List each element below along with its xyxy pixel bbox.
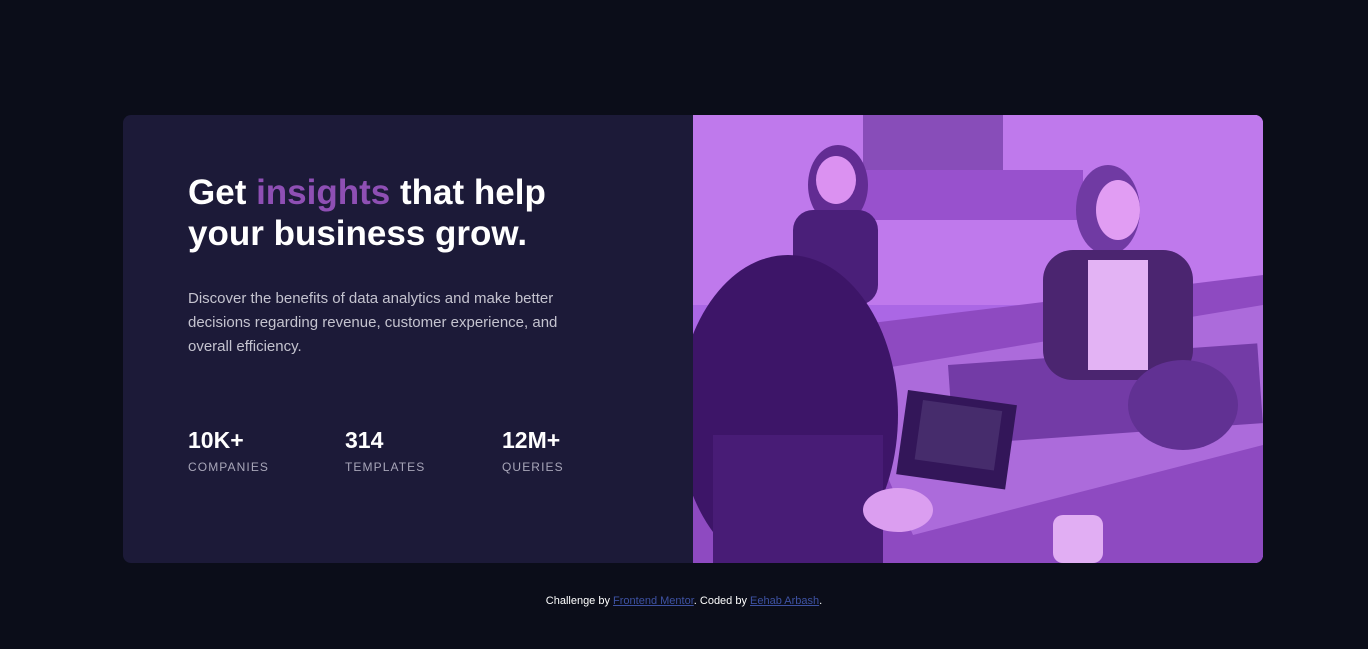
attribution-middle: . Coded by xyxy=(693,595,751,607)
frontend-mentor-link[interactable]: Frontend Mentor xyxy=(613,595,694,607)
attribution-suffix: . xyxy=(819,595,823,607)
stat-value: 10K+ xyxy=(188,427,244,453)
stat-templates: 314 TEMPLATES xyxy=(345,426,502,474)
stats-list: 10K+ COMPANIES 314 TEMPLATES 12M+ QUERIE… xyxy=(188,426,659,474)
headline: Get insights that help your business gro… xyxy=(188,172,588,254)
stat-companies: 10K+ COMPANIES xyxy=(188,426,345,474)
stat-value: 314 xyxy=(345,427,384,453)
hero-description: Discover the benefits of data analytics … xyxy=(188,290,558,355)
office-photo xyxy=(693,115,1263,563)
stat-label: COMPANIES xyxy=(188,460,270,474)
stat-label: TEMPLATES xyxy=(345,460,426,474)
stat-value: 12M+ xyxy=(502,427,561,453)
attribution-footer: Challenge by Frontend Mentor. Coded by E… xyxy=(0,595,1368,607)
stats-preview-card: Get insights that help your business gro… xyxy=(123,115,1263,563)
attribution-prefix: Challenge by xyxy=(545,595,614,607)
stat-label: QUERIES xyxy=(502,460,564,474)
card-content: Get insights that help your business gro… xyxy=(123,115,693,563)
headline-accent: insights xyxy=(256,173,391,212)
office-photo-illustration xyxy=(693,115,1263,563)
stat-queries: 12M+ QUERIES xyxy=(502,426,659,474)
author-link[interactable]: Eehab Arbash xyxy=(750,595,819,607)
headline-prefix: Get xyxy=(188,173,257,212)
